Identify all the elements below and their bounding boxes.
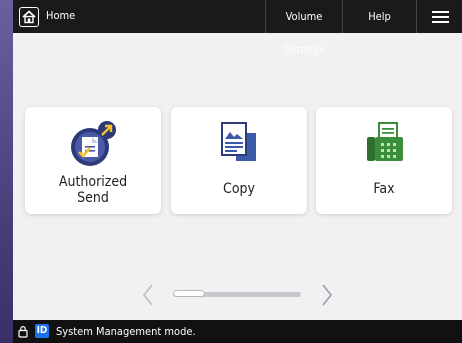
home-label: Home xyxy=(46,9,76,22)
fax-icon xyxy=(367,122,403,161)
copy-icon xyxy=(221,122,256,161)
menu-button[interactable] xyxy=(416,0,462,33)
page-scroll-thumb[interactable] xyxy=(173,290,205,297)
chevron-right-icon[interactable] xyxy=(320,283,334,307)
chevron-left-icon[interactable] xyxy=(141,283,155,307)
page-scroll-track[interactable] xyxy=(173,290,301,297)
home-icon[interactable] xyxy=(19,7,39,27)
lock-icon xyxy=(18,326,28,338)
top-bar: Home Volume Settings Help xyxy=(13,0,462,56)
authorized-send-tile[interactable]: Authorized Send xyxy=(25,107,161,214)
fax-tile[interactable]: Fax xyxy=(316,107,452,214)
touch-screen: Home Volume Settings Help Authorized Sen… xyxy=(13,0,462,343)
id-badge: ID xyxy=(35,324,49,338)
authorized-send-label: Authorized Send xyxy=(58,174,128,206)
copy-label: Copy xyxy=(223,181,255,197)
copy-tile[interactable]: Copy xyxy=(171,107,307,214)
help-button[interactable]: Help xyxy=(342,0,416,33)
fax-label: Fax xyxy=(373,181,395,197)
status-bar: ID System Management mode. xyxy=(13,320,462,343)
volume-settings-button[interactable]: Volume Settings xyxy=(265,0,342,56)
authorized-send-icon xyxy=(71,121,116,166)
device-bezel xyxy=(0,0,13,343)
status-text: System Management mode. xyxy=(56,325,196,338)
